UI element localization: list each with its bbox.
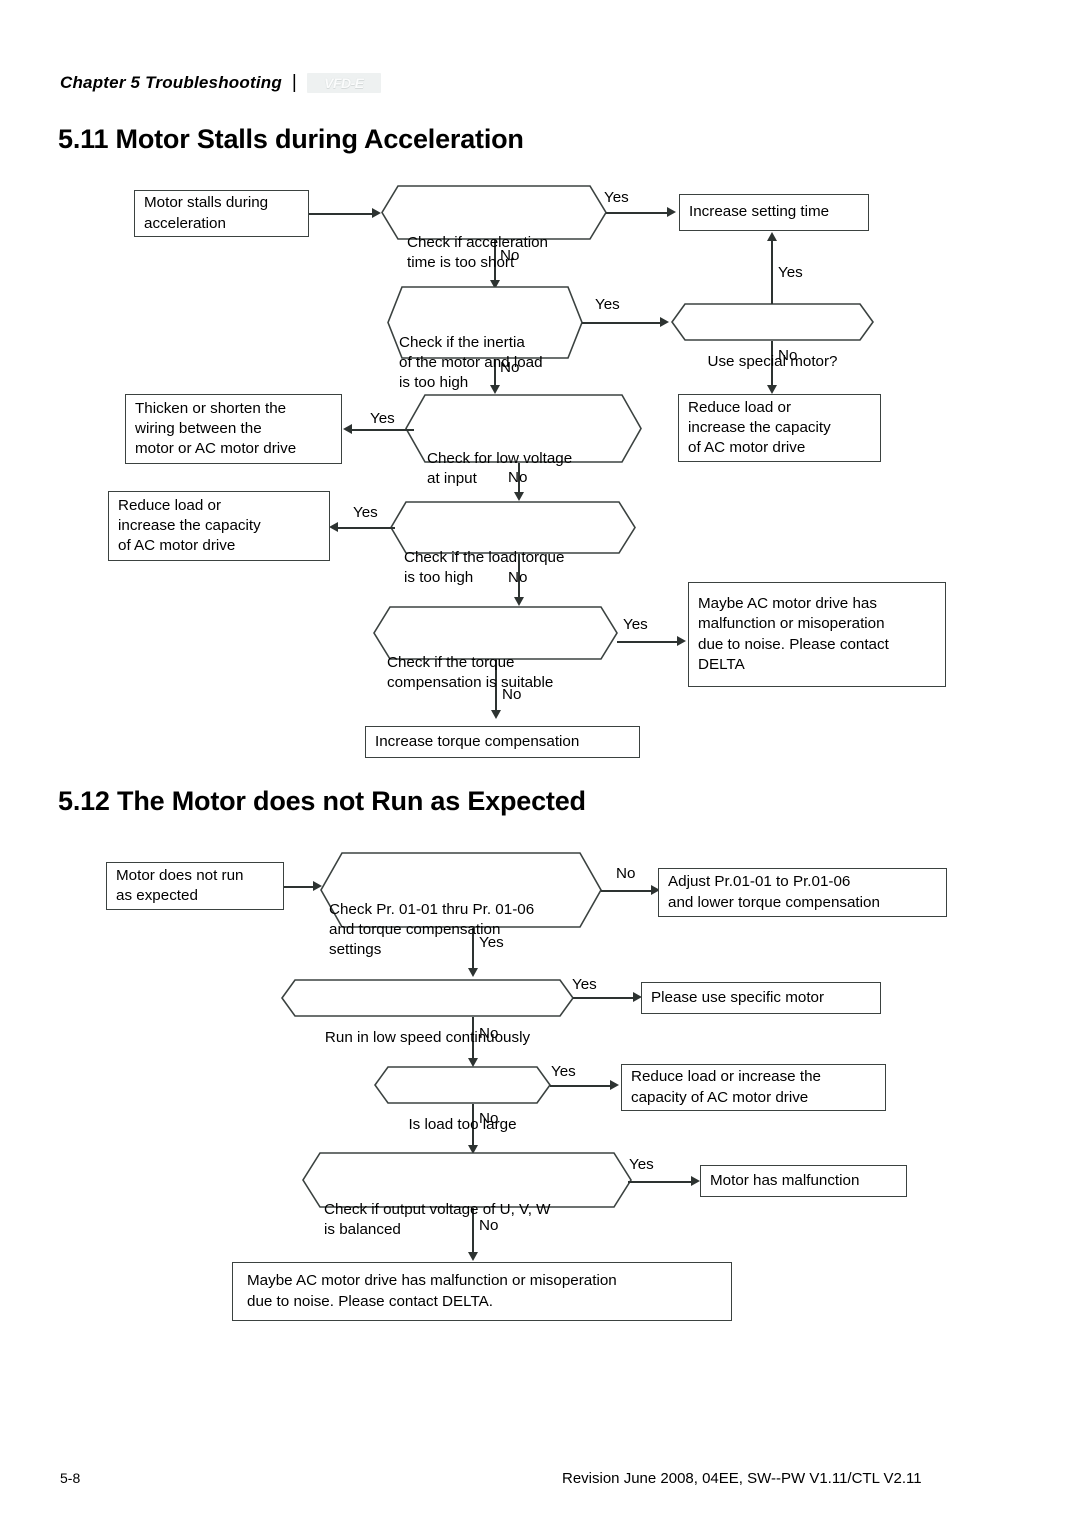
vfd-e-logo: VFD-E	[306, 73, 381, 93]
node-reduce-load-right: Reduce load or increase the capacity of …	[678, 394, 881, 462]
arrowhead-load-torque-no	[514, 597, 524, 606]
section-heading-512: 5.12 The Motor does not Run as Expected	[58, 786, 586, 816]
arrowhead-start-to-accel	[372, 208, 381, 218]
edge-label-voltage2-yes: Yes	[629, 1156, 654, 1173]
node-label: Check if acceleration time is too short	[407, 233, 548, 271]
edge-label-inertia-yes: Yes	[595, 296, 620, 313]
connector-special-motor-yes	[771, 240, 773, 304]
connector-start-to-check-pr	[284, 886, 314, 888]
connector-accel-yes	[606, 212, 668, 214]
node-increase-torque-compensation: Increase torque compensation	[365, 726, 640, 758]
node-motor-stalls-start: Motor stalls during acceleration	[134, 190, 309, 237]
node-label: Run in low speed continuously	[324, 1029, 531, 1047]
node-increase-setting-time: Increase setting time	[679, 194, 869, 231]
arrowhead-torque-comp-yes	[677, 636, 686, 646]
arrowhead-special-motor-yes	[767, 232, 777, 241]
connector-voltage-yes	[352, 429, 414, 431]
connector-torque-comp-yes	[617, 641, 679, 643]
edge-label-accel-yes: Yes	[604, 189, 629, 206]
node-check-torque-compensation: Check if the torque compensation is suit…	[373, 606, 618, 691]
edge-label-load-yes: Yes	[551, 1063, 576, 1080]
arrowhead-special-motor-no	[767, 385, 777, 394]
edge-label-special-motor-yes: Yes	[778, 264, 803, 281]
node-label: Check for low voltage at input	[427, 449, 573, 487]
node-label: Check if output voltage of U, V, W is ba…	[324, 1201, 551, 1239]
node-check-acceleration-time: Check if acceleration time is too short	[381, 185, 607, 271]
node-check-pr-settings: Check Pr. 01-01 thru Pr. 01-06 and torqu…	[320, 852, 602, 958]
page-header: Chapter 5 Troubleshooting | VFD-E	[60, 72, 381, 94]
node-motor-not-run-start: Motor does not run as expected	[106, 862, 284, 910]
hexagon-shape	[374, 1066, 551, 1104]
arrowhead-check-pr-yes	[468, 968, 478, 977]
node-label: Check if the inertia of the motor and lo…	[399, 333, 543, 391]
edge-label-torque-comp-yes: Yes	[623, 616, 648, 633]
hexagon-shape	[671, 303, 874, 341]
node-reduce-load-left: Reduce load or increase the capacity of …	[108, 491, 330, 561]
node-maybe-malfunction-2: Maybe AC motor drive has malfunction or …	[232, 1262, 732, 1321]
node-label: Use special motor?	[707, 353, 838, 371]
node-label: Is load too large	[408, 1116, 517, 1134]
edge-label-low-speed-yes: Yes	[572, 976, 597, 993]
edge-label-check-pr-no: No	[616, 865, 636, 882]
hexagon-shape	[281, 979, 574, 1017]
arrowhead-torque-comp-no	[491, 710, 501, 719]
connector-load-torque-yes	[338, 527, 395, 529]
section-heading-511: 5.11 Motor Stalls during Acceleration	[58, 124, 524, 154]
chapter-label: Chapter 5 Troubleshooting	[60, 73, 282, 92]
node-motor-has-malfunction: Motor has malfunction	[700, 1165, 907, 1197]
node-label: Check if the load torque is too high	[404, 548, 565, 586]
edge-label-voltage-yes: Yes	[370, 410, 395, 427]
node-run-low-speed: Run in low speed continuously	[281, 979, 574, 1046]
arrowhead-voltage-yes	[343, 424, 352, 434]
node-is-load-too-large: Is load too large	[374, 1066, 551, 1133]
arrowhead-accel-yes	[667, 207, 676, 217]
connector-start-to-accel	[309, 213, 373, 215]
node-label: Check Pr. 01-01 thru Pr. 01-06 and torqu…	[329, 901, 535, 959]
node-check-low-voltage: Check for low voltage at input	[405, 394, 642, 487]
connector-check-pr-no	[601, 890, 653, 892]
node-label: Check if the torque compensation is suit…	[387, 654, 554, 692]
arrowhead-load-torque-yes	[329, 522, 338, 532]
node-reduce-load-2: Reduce load or increase the capacity of …	[621, 1064, 886, 1111]
connector-low-speed-yes	[573, 997, 635, 999]
node-use-specific-motor: Please use specific motor	[641, 982, 881, 1014]
arrowhead-voltage2-yes	[691, 1176, 700, 1186]
node-check-load-torque: Check if the load torque is too high	[390, 501, 636, 586]
header-separator: |	[291, 72, 297, 93]
node-thicken-wiring: Thicken or shorten the wiring between th…	[125, 394, 342, 464]
connector-voltage2-yes	[628, 1181, 692, 1183]
arrowhead-voltage2-no	[468, 1252, 478, 1261]
node-check-inertia: Check if the inertia of the motor and lo…	[387, 286, 583, 391]
node-adjust-pr: Adjust Pr.01-01 to Pr.01-06 and lower to…	[658, 868, 947, 917]
footer-page-number: 5-8	[60, 1470, 81, 1486]
footer-revision: Revision June 2008, 04EE, SW--PW V1.11/C…	[562, 1470, 922, 1487]
arrowhead-load-yes	[610, 1080, 619, 1090]
node-maybe-malfunction-1: Maybe AC motor drive has malfunction or …	[688, 582, 946, 687]
node-check-output-voltage: Check if output voltage of U, V, W is ba…	[302, 1152, 632, 1238]
connector-load-yes	[550, 1085, 612, 1087]
connector-inertia-yes	[582, 322, 662, 324]
node-use-special-motor: Use special motor?	[671, 303, 874, 370]
edge-label-load-torque-yes: Yes	[353, 504, 378, 521]
arrowhead-inertia-yes	[660, 317, 669, 327]
